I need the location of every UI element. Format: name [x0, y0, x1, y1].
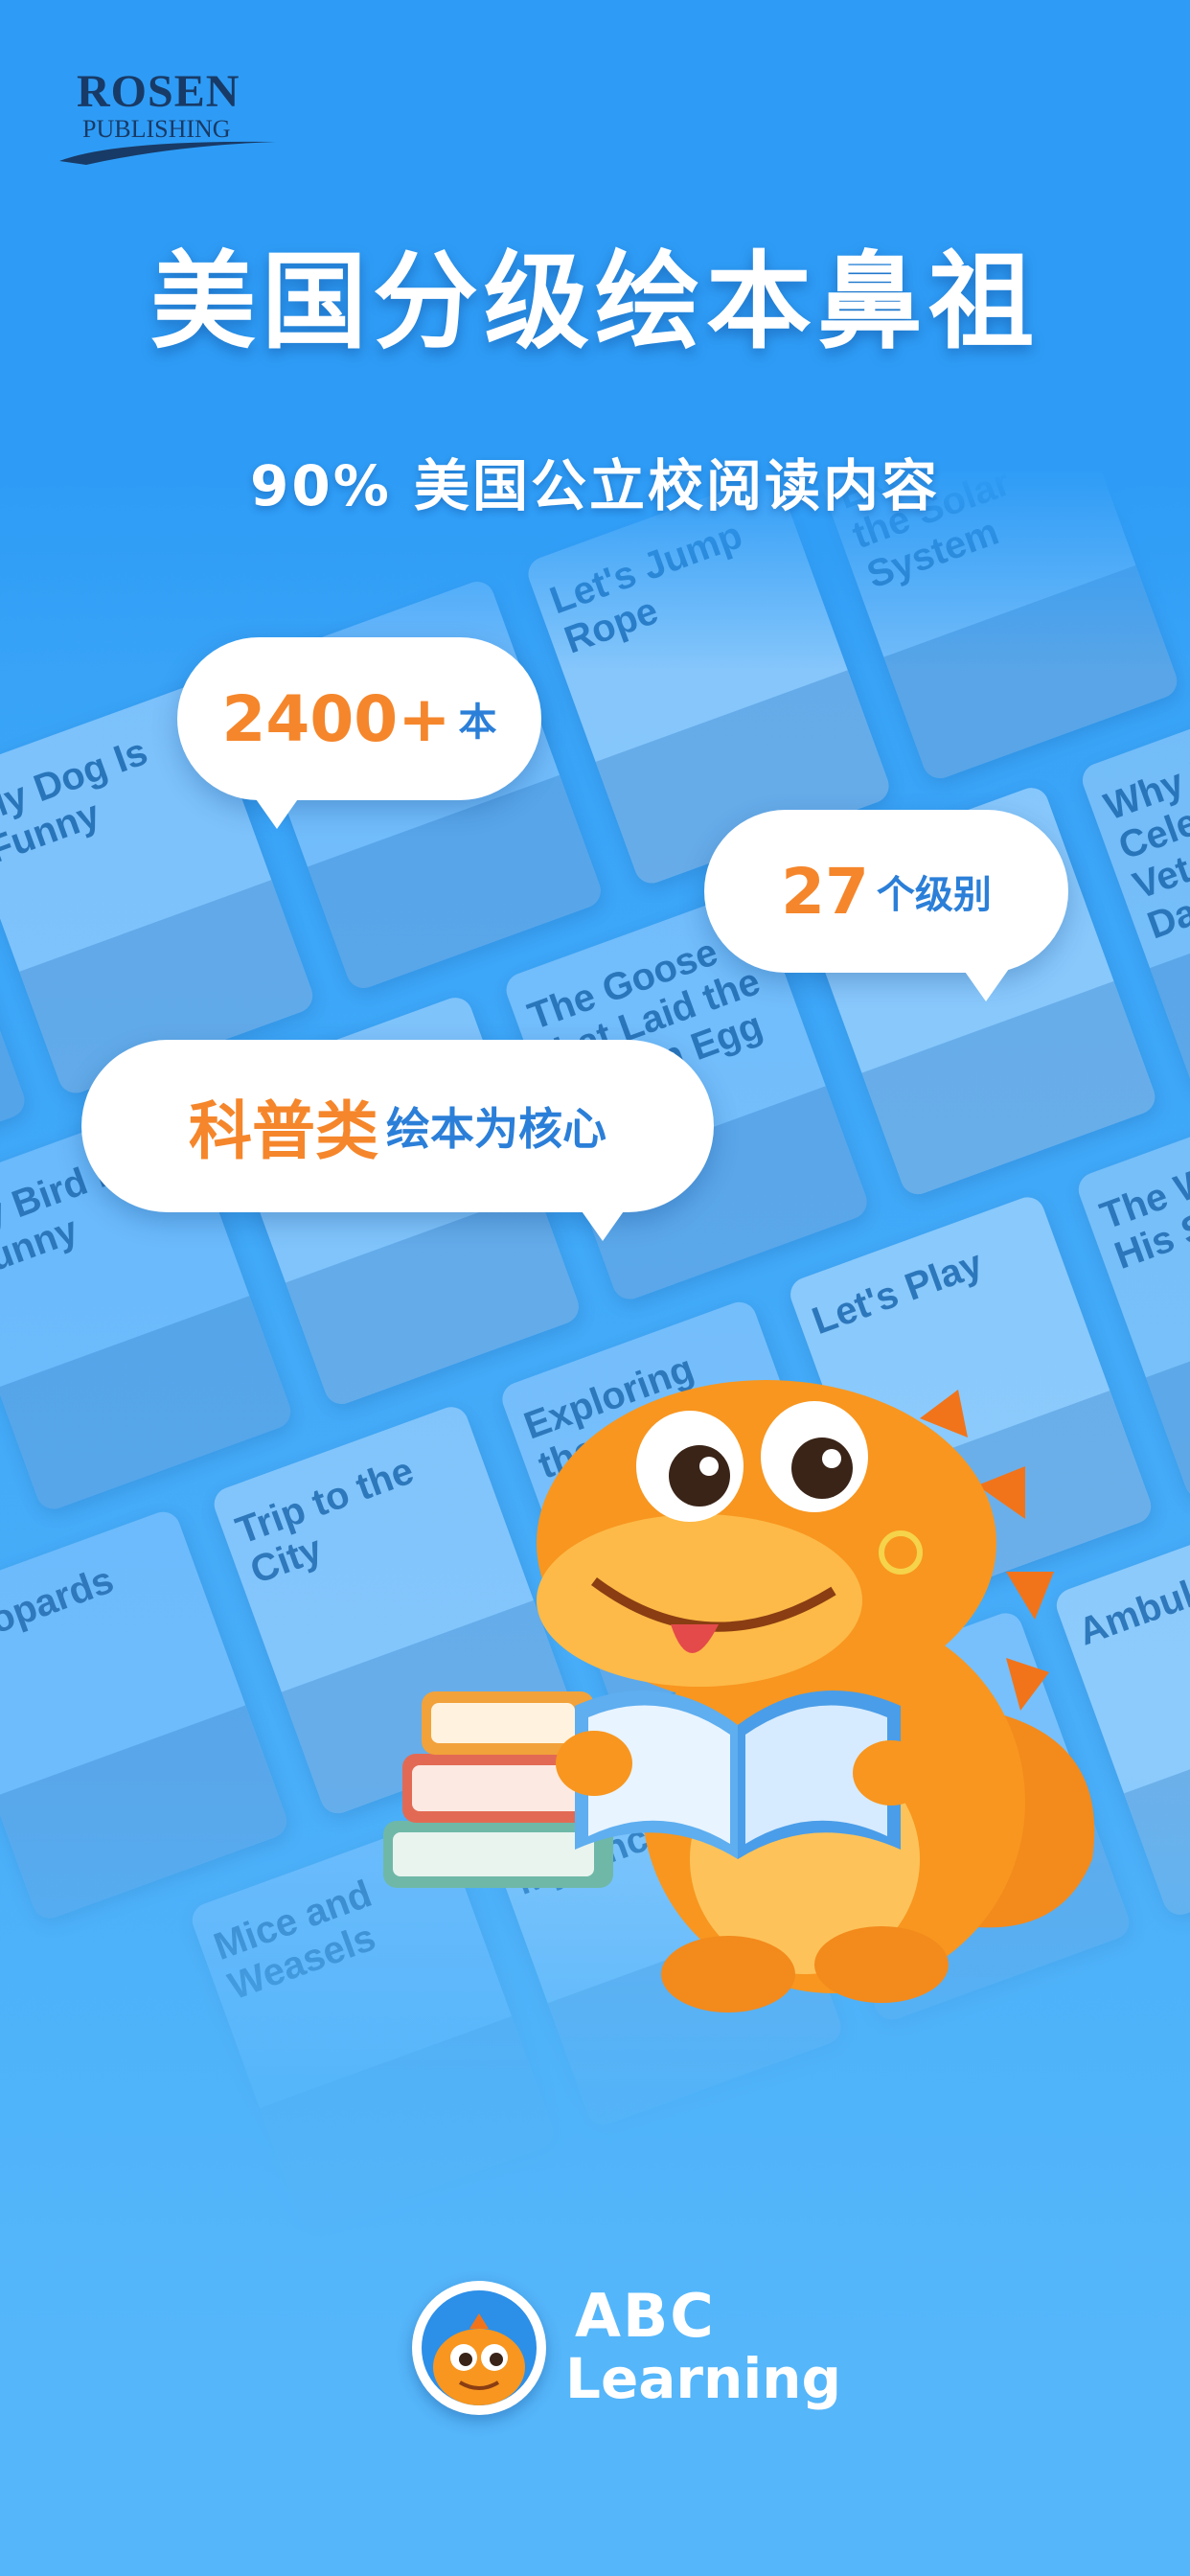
brand-name-learning: Learning — [565, 2346, 842, 2411]
logo-swoosh-icon — [59, 141, 276, 165]
headline: 美国分级绘本鼻祖 — [150, 241, 1040, 363]
bubble-tail — [254, 796, 300, 829]
book-cover-title: Leopards — [0, 1558, 120, 1658]
abc-learning-app-icon — [412, 2281, 546, 2415]
bubble-levels: 27 个级别 — [704, 810, 1068, 1001]
logo-title: ROSEN — [77, 66, 240, 117]
bubble-tail — [963, 969, 1009, 1001]
bubble-science-core: 科普类 绘本为核心 — [81, 1040, 714, 1241]
levels-value: 27 — [781, 854, 869, 929]
bubble-book-count: 2400+ 本 — [177, 637, 541, 829]
levels-unit: 个级别 — [876, 873, 992, 917]
brand-name-abc: ABC — [575, 2281, 716, 2351]
science-label: 科普类 — [189, 1094, 378, 1168]
subheadline: 90% 美国公立校阅读内容 — [249, 453, 941, 518]
mascot-face-icon — [433, 2313, 525, 2405]
science-desc: 绘本为核心 — [386, 1103, 606, 1155]
rosen-publishing-logo: ROSEN PUBLISHING — [57, 58, 278, 165]
dinosaur-mascot-illustration — [383, 1380, 1095, 2012]
book-count-unit: 本 — [458, 701, 497, 745]
book-cover-title: Why Do We Celebrate Veterans Day? — [1098, 717, 1190, 948]
book-count-value: 2400+ — [221, 681, 451, 756]
